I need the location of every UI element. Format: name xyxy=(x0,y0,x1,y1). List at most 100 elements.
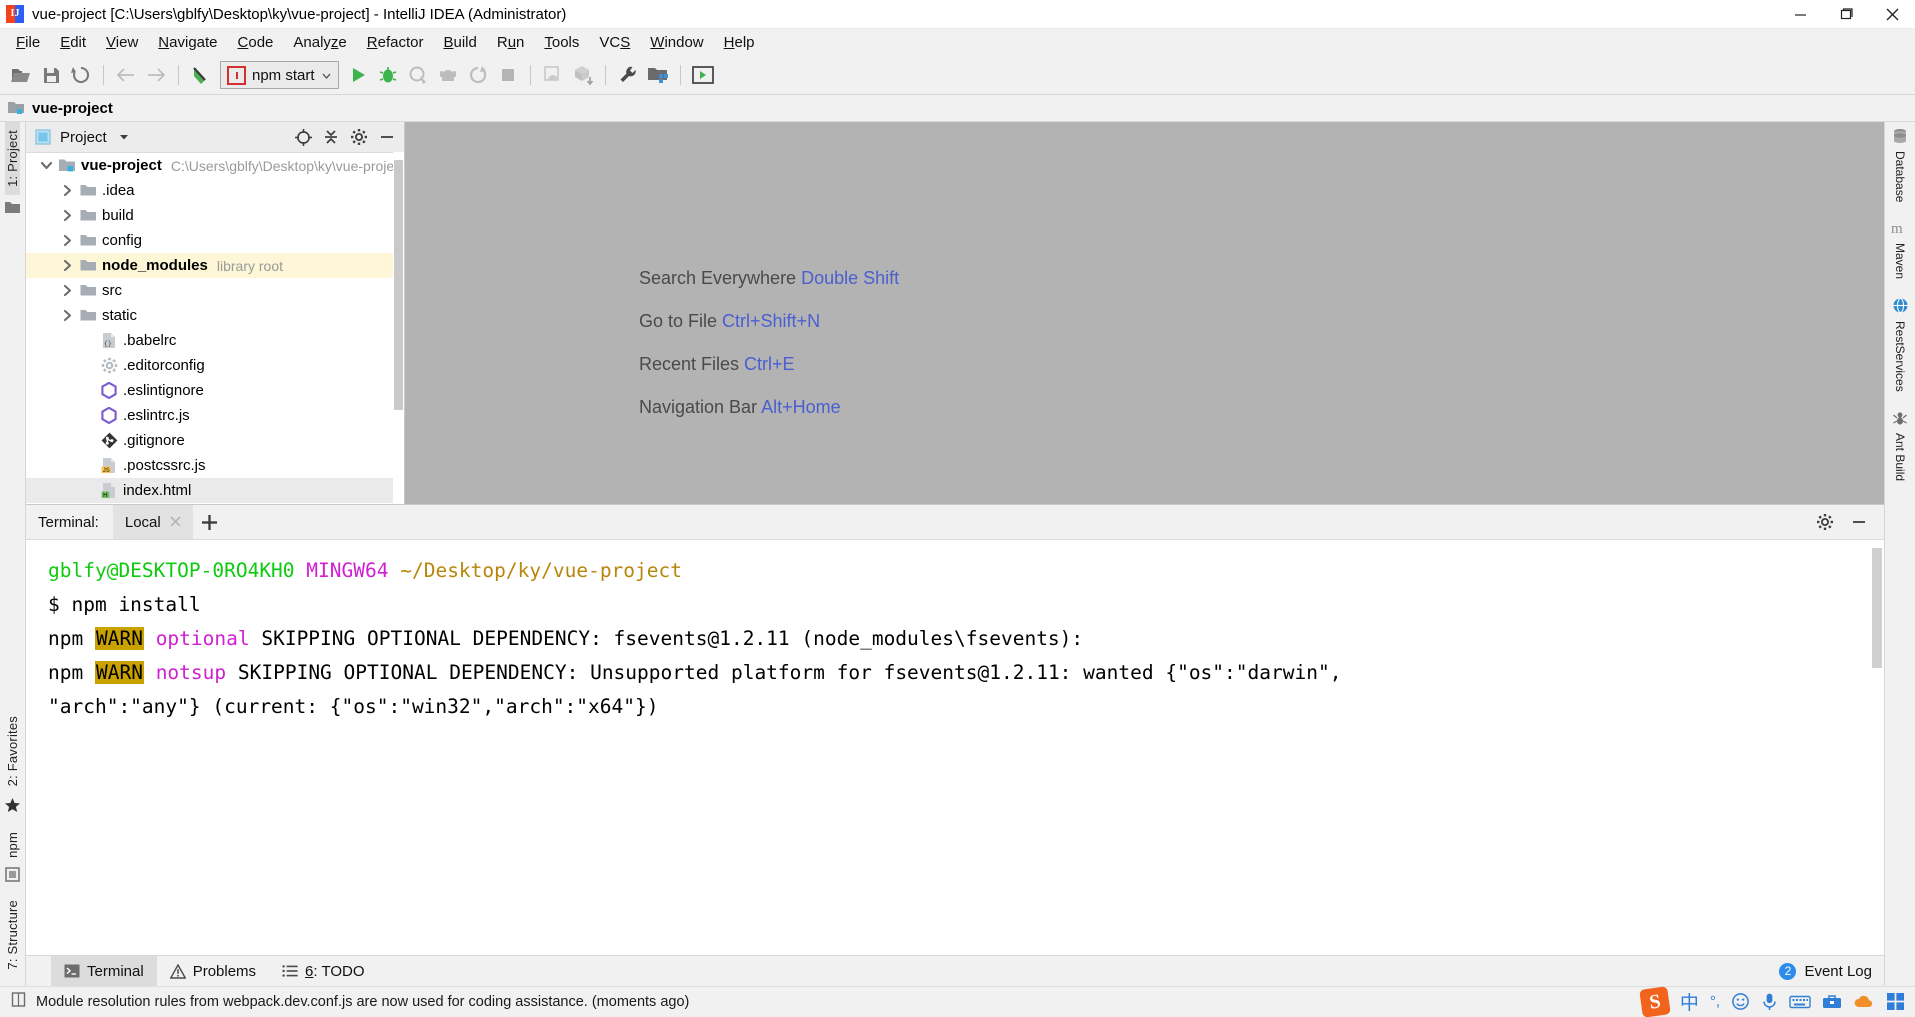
tree-node-idea[interactable]: .idea xyxy=(26,178,404,203)
open-folder-icon[interactable] xyxy=(6,60,36,90)
tree-node-gitignore[interactable]: .gitignore xyxy=(26,428,404,453)
chevron-right-icon[interactable] xyxy=(57,284,77,297)
tree-node-postcssrc-js[interactable]: JS .postcssrc.js xyxy=(26,453,404,478)
bottom-tab-todo[interactable]: 6: TODO xyxy=(269,956,377,986)
chevron-right-icon[interactable] xyxy=(57,309,77,322)
sidebar-item-favorites[interactable]: 2: Favorites xyxy=(5,708,20,794)
sidebar-label-antbuild: Ant Build xyxy=(1893,433,1907,482)
project-structure-icon[interactable] xyxy=(643,60,673,90)
microphone-icon[interactable] xyxy=(1761,992,1778,1011)
forward-arrow-icon[interactable] xyxy=(141,60,171,90)
tree-node-node-modules[interactable]: node_modules library root xyxy=(26,253,404,278)
sidebar-item-antbuild[interactable]: Ant Build xyxy=(1892,404,1908,491)
tree-node-label: index.html xyxy=(123,482,192,499)
sidebar-item-maven[interactable]: m Maven xyxy=(1891,214,1909,289)
open-terminal-icon[interactable] xyxy=(688,60,718,90)
sidebar-item-database[interactable]: Database xyxy=(1892,122,1908,212)
tree-node-build[interactable]: build xyxy=(26,203,404,228)
tree-node-babelrc[interactable]: {} .babelrc xyxy=(26,328,404,353)
menu-item-help[interactable]: Help xyxy=(714,31,765,54)
chevron-right-icon[interactable] xyxy=(57,209,77,222)
bottom-tab-problems[interactable]: Problems xyxy=(157,956,269,986)
tree-node-eslintrc-js[interactable]: .eslintrc.js xyxy=(26,403,404,428)
npm-config-icon xyxy=(227,65,246,85)
chevron-right-icon[interactable] xyxy=(57,184,77,197)
event-log-label: Event Log xyxy=(1804,962,1872,980)
menu-item-build[interactable]: Build xyxy=(433,31,486,54)
hide-icon[interactable] xyxy=(376,126,398,148)
chevron-right-icon[interactable] xyxy=(57,234,77,247)
scroll-from-source-icon[interactable] xyxy=(292,126,314,148)
menu-item-window[interactable]: Window xyxy=(640,31,713,54)
chevron-right-icon[interactable] xyxy=(57,259,77,272)
tree-node-index-html[interactable]: Hindex.html xyxy=(26,478,404,503)
toolbox-icon[interactable] xyxy=(1822,993,1842,1010)
tree-node-eslintignore[interactable]: .eslintignore xyxy=(26,378,404,403)
plus-icon[interactable] xyxy=(193,513,227,532)
run-icon[interactable] xyxy=(343,60,373,90)
tree-node-vue-project[interactable]: vue-project C:\Users\gblfy\Desktop\ky\vue… xyxy=(26,153,404,178)
project-file-tree[interactable]: vue-project C:\Users\gblfy\Desktop\ky\vue… xyxy=(26,153,404,504)
tree-node-static[interactable]: static xyxy=(26,303,404,328)
sidebar-item-project[interactable]: 1: Project xyxy=(5,122,20,195)
menu-item-file[interactable]: File xyxy=(6,31,50,54)
terminal-text: npm xyxy=(48,661,95,684)
maven-icon: m xyxy=(1891,220,1909,240)
menu-item-view[interactable]: View xyxy=(96,31,148,54)
attach-icon[interactable] xyxy=(463,60,493,90)
save-all-icon[interactable] xyxy=(36,60,66,90)
profiler-icon[interactable] xyxy=(433,60,463,90)
sidebar-item-npm[interactable]: npm xyxy=(5,824,20,866)
navigation-bar[interactable]: vue-project xyxy=(0,95,1915,122)
close-icon[interactable] xyxy=(1869,0,1915,28)
run-configuration-selector[interactable]: npm start xyxy=(220,61,339,89)
keyboard-icon[interactable] xyxy=(1789,994,1811,1010)
menu-item-vcs[interactable]: VCS xyxy=(589,31,640,54)
debug-icon[interactable] xyxy=(373,60,403,90)
terminal-gear-icon[interactable] xyxy=(1814,511,1836,533)
cloud-icon[interactable] xyxy=(1853,994,1875,1010)
sidebar-item-restservices[interactable]: RestServices xyxy=(1892,291,1909,402)
bottom-tab-terminal[interactable]: Terminal xyxy=(51,956,157,986)
project-tree-scrollbar[interactable] xyxy=(393,152,404,504)
terminal-scrollbar[interactable] xyxy=(1872,548,1882,947)
maximize-icon[interactable] xyxy=(1823,0,1869,28)
avd-manager-icon[interactable] xyxy=(538,60,568,90)
sync-icon[interactable] xyxy=(66,60,96,90)
menu-item-run[interactable]: Run xyxy=(487,31,535,54)
left-tool-stripe: 1: Project 2: Favorites npm 7: Structure xyxy=(0,122,26,986)
sdk-manager-icon[interactable] xyxy=(568,60,598,90)
tree-node-config[interactable]: config xyxy=(26,228,404,253)
menu-item-tools[interactable]: Tools xyxy=(534,31,589,54)
minimize-icon[interactable] xyxy=(1777,0,1823,28)
editor-hint-shortcut: Double Shift xyxy=(801,268,900,288)
punctuation-icon[interactable]: °, xyxy=(1710,993,1720,1010)
menu-item-analyze[interactable]: Analyze xyxy=(283,31,356,54)
collapse-all-icon[interactable] xyxy=(320,126,342,148)
sogou-input-icon[interactable]: S xyxy=(1639,985,1671,1017)
wrench-settings-icon[interactable] xyxy=(613,60,643,90)
chevron-down-icon[interactable] xyxy=(36,160,56,171)
menu-item-refactor[interactable]: Refactor xyxy=(357,31,434,54)
chevron-down-icon[interactable] xyxy=(113,126,135,148)
apps-icon[interactable] xyxy=(1886,992,1905,1011)
terminal-tab-local[interactable]: Local xyxy=(112,505,193,539)
chinese-mode-icon[interactable]: 中 xyxy=(1680,988,1699,1015)
last-edit-location-icon[interactable] xyxy=(186,60,216,90)
back-arrow-icon[interactable] xyxy=(111,60,141,90)
terminal-output[interactable]: gblfy@DESKTOP-0RO4KH0 MINGW64 ~/Desktop/… xyxy=(26,540,1884,955)
menu-item-edit[interactable]: Edit xyxy=(50,31,96,54)
terminal-hide-icon[interactable] xyxy=(1848,511,1870,533)
todo-list-icon xyxy=(282,964,298,978)
run-with-coverage-icon[interactable] xyxy=(403,60,433,90)
tree-node-src[interactable]: src xyxy=(26,278,404,303)
tree-node-editorconfig[interactable]: .editorconfig xyxy=(26,353,404,378)
gear-icon[interactable] xyxy=(348,126,370,148)
sidebar-item-structure[interactable]: 7: Structure xyxy=(5,892,20,978)
menu-item-code[interactable]: Code xyxy=(228,31,284,54)
close-icon[interactable] xyxy=(170,514,181,531)
emoji-icon[interactable] xyxy=(1731,992,1750,1011)
stop-icon[interactable] xyxy=(493,60,523,90)
menu-item-navigate[interactable]: Navigate xyxy=(148,31,227,54)
event-log-button[interactable]: 2 Event Log xyxy=(1779,962,1884,980)
